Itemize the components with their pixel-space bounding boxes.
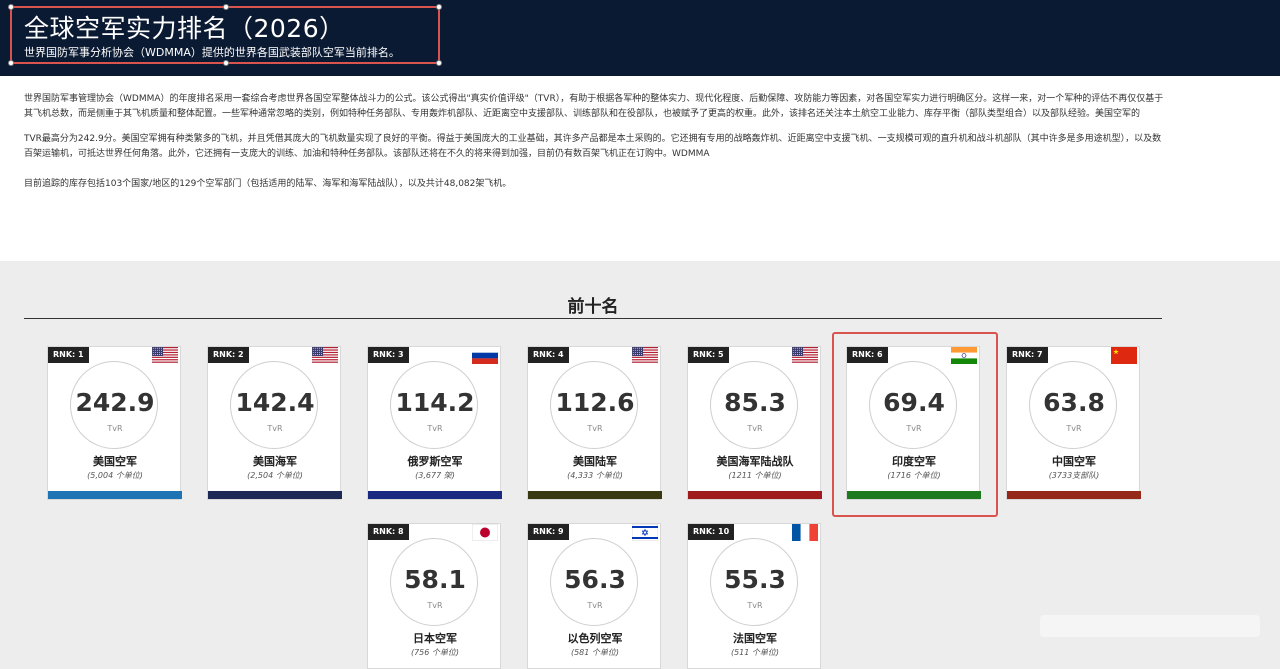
score-circle: 63.8 TvR bbox=[1029, 361, 1117, 449]
unit-count: (2,504 个单位) bbox=[247, 471, 303, 480]
score-circle: 56.3 TvR bbox=[550, 538, 638, 626]
page-header: 全球空军实力排名（2026） 世界国防军事分析协会（WDMMA）提供的世界各国武… bbox=[0, 0, 1280, 76]
tvr-score: 58.1 bbox=[404, 565, 466, 594]
tvr-label: TvR bbox=[427, 424, 443, 433]
intro-text: 世界国防军事管理协会（WDMMA）的年度排名采用一套综合考虑世界各国空军整体战斗… bbox=[24, 92, 1164, 207]
tvr-score: 55.3 bbox=[724, 565, 786, 594]
tvr-score: 142.4 bbox=[235, 388, 315, 417]
us-flag-icon bbox=[792, 347, 818, 364]
france-flag-icon bbox=[792, 524, 818, 541]
rank-card[interactable]: RNK: 4 112.6 TvR 美国陆军 (4,333 个单位) bbox=[527, 346, 662, 500]
score-circle: 114.2 TvR bbox=[390, 361, 478, 449]
score-circle: 242.9 TvR bbox=[70, 361, 158, 449]
rank-badge: RNK: 10 bbox=[688, 524, 735, 540]
rank-card[interactable]: RNK: 8 58.1 TvR 日本空军 (756 个单位) bbox=[367, 523, 501, 669]
intro-paragraph-1: 世界国防军事管理协会（WDMMA）的年度排名采用一套综合考虑世界各国空军整体战斗… bbox=[24, 94, 1164, 119]
force-name: 美国海军陆战队 bbox=[716, 455, 794, 468]
force-name: 俄罗斯空军 bbox=[407, 455, 463, 468]
tvr-score: 242.9 bbox=[75, 388, 155, 417]
unit-count: (4,333 个单位) bbox=[567, 471, 623, 480]
section-divider bbox=[24, 318, 1162, 319]
highlight-box bbox=[832, 332, 998, 517]
israel-flag-icon bbox=[632, 524, 658, 541]
intro-paragraph-2: TVR最高分为242.9分。美国空军拥有种类繁多的飞机，并且凭借其庞大的飞机数量… bbox=[24, 134, 1162, 159]
us-flag-icon bbox=[152, 347, 178, 364]
color-bar bbox=[688, 491, 822, 499]
page-title: 全球空军实力排名（2026） bbox=[24, 14, 345, 43]
rank-badge: RNK: 3 bbox=[368, 347, 409, 363]
russia-flag-icon bbox=[472, 347, 498, 364]
force-name: 美国陆军 bbox=[573, 455, 617, 468]
tvr-score: 63.8 bbox=[1043, 388, 1105, 417]
score-circle: 112.6 TvR bbox=[550, 361, 638, 449]
tvr-score: 56.3 bbox=[564, 565, 626, 594]
china-flag-icon bbox=[1111, 347, 1137, 364]
rank-badge: RNK: 2 bbox=[208, 347, 249, 363]
score-circle: 55.3 TvR bbox=[710, 538, 798, 626]
rank-badge: RNK: 1 bbox=[48, 347, 89, 363]
us-flag-icon bbox=[312, 347, 338, 364]
unit-count: (511 个单位) bbox=[730, 648, 780, 657]
rank-card[interactable]: RNK: 2 142.4 TvR 美国海军 (2,504 个单位) bbox=[207, 346, 342, 500]
japan-flag-icon bbox=[472, 524, 498, 541]
rank-badge: RNK: 8 bbox=[368, 524, 409, 540]
tvr-score: 112.6 bbox=[555, 388, 635, 417]
color-bar bbox=[208, 491, 342, 499]
force-name: 美国空军 bbox=[93, 455, 137, 468]
rank-badge: RNK: 4 bbox=[528, 347, 569, 363]
rank-card[interactable]: RNK: 1 242.9 TvR 美国空军 (5,004 个单位) bbox=[47, 346, 182, 500]
rank-card[interactable]: RNK: 5 85.3 TvR 美国海军陆战队 (1211 个单位) bbox=[687, 346, 822, 500]
tvr-label: TvR bbox=[587, 424, 603, 433]
rank-card[interactable]: RNK: 10 55.3 TvR 法国空军 (511 个单位) bbox=[687, 523, 821, 669]
watermark bbox=[1040, 615, 1260, 637]
tvr-label: TvR bbox=[1066, 424, 1082, 433]
tvr-score: 114.2 bbox=[395, 388, 475, 417]
rank-card[interactable]: RNK: 9 56.3 TvR 以色列空军 (581 个单位) bbox=[527, 523, 661, 669]
tvr-label: TvR bbox=[747, 601, 763, 610]
us-flag-icon bbox=[632, 347, 658, 364]
force-name: 日本空军 bbox=[413, 632, 457, 645]
force-name: 中国空军 bbox=[1052, 455, 1096, 468]
rank-card[interactable]: RNK: 7 63.8 TvR 中国空军 (3733支部队) bbox=[1006, 346, 1141, 500]
intro-paragraph-3: 目前追踪的库存包括103个国家/地区的129个空军部门（包括适用的陆军、海军和海… bbox=[24, 179, 512, 189]
unit-count: (756 个单位) bbox=[410, 648, 460, 657]
tvr-score: 85.3 bbox=[724, 388, 786, 417]
rank-card[interactable]: RNK: 3 114.2 TvR 俄罗斯空军 (3,677 架) bbox=[367, 346, 502, 500]
color-bar bbox=[528, 491, 662, 499]
color-bar bbox=[368, 491, 502, 499]
force-name: 以色列空军 bbox=[567, 632, 623, 645]
rank-badge: RNK: 7 bbox=[1007, 347, 1048, 363]
unit-count: (3,677 架) bbox=[415, 471, 455, 480]
tvr-label: TvR bbox=[587, 601, 603, 610]
tvr-label: TvR bbox=[267, 424, 283, 433]
rank-badge: RNK: 5 bbox=[688, 347, 729, 363]
page-subtitle: 世界国防军事分析协会（WDMMA）提供的世界各国武装部队空军当前排名。 bbox=[24, 46, 400, 59]
unit-count: (5,004 个单位) bbox=[87, 471, 143, 480]
score-circle: 142.4 TvR bbox=[230, 361, 318, 449]
tvr-label: TvR bbox=[747, 424, 763, 433]
force-name: 法国空军 bbox=[733, 632, 777, 645]
score-circle: 58.1 TvR bbox=[390, 538, 478, 626]
rank-badge: RNK: 9 bbox=[528, 524, 569, 540]
color-bar bbox=[48, 491, 182, 499]
color-bar bbox=[1007, 491, 1141, 499]
tvr-label: TvR bbox=[107, 424, 123, 433]
unit-count: (581 个单位) bbox=[570, 648, 620, 657]
unit-count: (1211 个单位) bbox=[728, 471, 782, 480]
section-title: 前十名 bbox=[567, 297, 619, 317]
unit-count: (3733支部队) bbox=[1048, 471, 1100, 480]
force-name: 美国海军 bbox=[253, 455, 297, 468]
score-circle: 85.3 TvR bbox=[710, 361, 798, 449]
tvr-label: TvR bbox=[427, 601, 443, 610]
